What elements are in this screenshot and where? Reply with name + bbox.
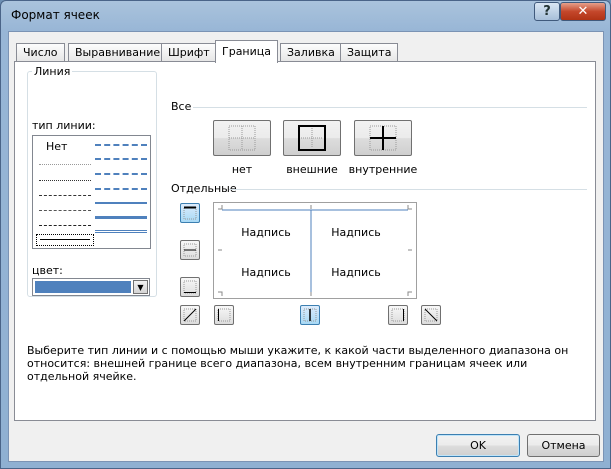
border-middle-horizontal-icon	[183, 243, 197, 257]
line-style-thick[interactable]	[95, 216, 147, 219]
preview-lines	[218, 205, 412, 296]
close-icon: ✕	[577, 4, 589, 19]
presets-caption: Все	[169, 100, 194, 113]
preset-none-button[interactable]	[213, 120, 271, 156]
border-preview[interactable]: Надпись Надпись Надпись Надпись	[213, 202, 417, 299]
help-icon: ?	[543, 4, 551, 19]
presets-separator	[193, 107, 587, 108]
border-left-button[interactable]	[214, 305, 234, 325]
close-button[interactable]: ✕	[560, 2, 606, 21]
border-middle-horizontal-button[interactable]	[180, 240, 200, 260]
color-swatch	[35, 281, 131, 293]
line-style-list[interactable]: Нет	[32, 135, 151, 249]
border-middle-vertical-button[interactable]	[300, 305, 320, 325]
line-style-dash-dot[interactable]	[39, 210, 91, 211]
preview-text-1: Надпись	[241, 226, 291, 239]
hint-text: Выберите тип линии и с помощью мыши укаж…	[27, 344, 569, 383]
line-style-dash-dot-dot[interactable]	[39, 195, 91, 196]
format-cells-dialog: Формат ячеек ? ✕ Число Выравнивание Шриф…	[0, 0, 611, 469]
line-group-caption: Линия	[32, 65, 73, 78]
line-style-medium-dash-dot-dot[interactable]	[95, 144, 147, 146]
tab-border[interactable]: Граница	[215, 40, 279, 63]
diagonal-down-icon	[424, 308, 438, 322]
preview-text-3: Надпись	[241, 266, 291, 279]
tab-protection[interactable]: Защита	[340, 43, 399, 62]
border-bottom-button[interactable]	[180, 277, 200, 297]
preview-text-4: Надпись	[331, 266, 381, 279]
line-style-dashed[interactable]	[39, 225, 91, 226]
tab-number[interactable]: Число	[16, 43, 65, 62]
border-bottom-icon	[183, 280, 197, 294]
line-color-label: цвет:	[32, 264, 63, 277]
preset-inside-label: внутренние	[348, 163, 418, 176]
line-style-medium[interactable]	[95, 202, 147, 204]
preset-inside-button[interactable]	[354, 120, 412, 156]
border-right-icon	[391, 308, 405, 322]
title-bar[interactable]: Формат ячеек ? ✕	[1, 1, 610, 31]
border-inside-icon	[369, 125, 397, 151]
help-button[interactable]: ?	[534, 2, 560, 21]
line-style-double[interactable]	[95, 230, 147, 233]
line-style-medium-dash-dot[interactable]	[95, 173, 147, 175]
chevron-down-icon[interactable]: ▼	[133, 280, 148, 294]
line-style-medium-dashed[interactable]	[95, 188, 147, 190]
ok-button[interactable]: OK	[436, 434, 520, 457]
line-style-label: тип линии:	[32, 119, 96, 132]
preset-outline-button[interactable]	[283, 120, 341, 156]
borders-separator	[229, 189, 587, 190]
line-color-combo[interactable]: ▼	[32, 278, 150, 296]
border-none-icon	[228, 125, 256, 151]
border-diagonal-up-button[interactable]	[180, 305, 200, 325]
border-middle-vertical-icon	[303, 308, 317, 322]
diagonal-up-icon	[183, 308, 197, 322]
border-outline-icon	[298, 125, 326, 151]
border-left-icon	[217, 308, 231, 322]
tab-alignment[interactable]: Выравнивание	[68, 43, 168, 62]
border-tab-panel: Линия тип линии: Нет цвет: ▼ Все нет вне…	[14, 61, 596, 421]
line-style-slanted-dash-dot[interactable]	[95, 158, 147, 160]
window-title: Формат ячеек	[11, 8, 100, 22]
line-style-thin-selected[interactable]	[36, 234, 94, 246]
line-style-none[interactable]: Нет	[46, 140, 67, 153]
preset-outline-label: внешние	[286, 163, 338, 176]
border-top-button[interactable]	[180, 203, 200, 223]
dialog-body: Число Выравнивание Шрифт Граница Заливка…	[8, 31, 604, 462]
preset-none-label: нет	[231, 163, 253, 176]
cancel-button[interactable]: Отмена	[527, 434, 600, 457]
preview-text-2: Надпись	[331, 226, 381, 239]
tab-fill[interactable]: Заливка	[280, 43, 342, 62]
line-style-dotted[interactable]	[39, 180, 91, 181]
tab-font[interactable]: Шрифт	[161, 43, 217, 62]
border-right-button[interactable]	[388, 305, 408, 325]
border-diagonal-down-button[interactable]	[421, 305, 441, 325]
border-top-icon	[183, 206, 197, 220]
line-style-hairline[interactable]	[39, 164, 91, 165]
